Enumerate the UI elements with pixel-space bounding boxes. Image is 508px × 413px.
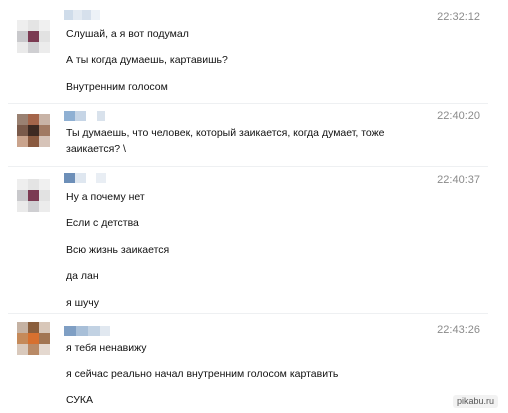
avatar-pixel: [39, 125, 50, 136]
message-text: Ну а почему нет: [66, 191, 145, 203]
avatar-pixel: [28, 114, 39, 125]
avatar-pixel: [17, 190, 28, 201]
divider: [8, 166, 488, 167]
avatar-pixel: [39, 114, 50, 125]
avatar-pixel: [39, 190, 50, 201]
avatar-pixel: [28, 42, 39, 53]
avatar-pixel: [17, 20, 28, 31]
avatar-pixel: [17, 42, 28, 53]
name-pixel: [64, 10, 73, 20]
name-pixel: [64, 111, 75, 121]
sender-name-pixelated[interactable]: [64, 10, 100, 20]
avatar[interactable]: [17, 114, 50, 147]
avatar[interactable]: [17, 322, 50, 355]
name-pixel: [96, 173, 106, 183]
sender-name-pixelated[interactable]: [64, 173, 106, 183]
avatar-pixel: [17, 114, 28, 125]
name-pixel: [97, 111, 105, 121]
message-timestamp: 22:32:12: [437, 11, 480, 23]
name-pixel: [86, 111, 97, 121]
message-text: Всю жизнь заикается: [66, 244, 170, 256]
message-timestamp: 22:43:26: [437, 324, 480, 336]
message-text: Слушай, а я вот подумал: [66, 28, 189, 40]
avatar-pixel: [39, 344, 50, 355]
avatar-pixel: [17, 344, 28, 355]
divider: [8, 103, 488, 104]
avatar-pixel: [39, 333, 50, 344]
message-text: СУКА: [66, 394, 94, 406]
avatar-pixel: [39, 31, 50, 42]
sender-name-pixelated[interactable]: [64, 111, 105, 121]
watermark: pikabu.ru: [452, 395, 498, 408]
avatar-pixel: [28, 322, 39, 333]
avatar-pixel: [39, 322, 50, 333]
message-text: Внутренним голосом: [66, 81, 168, 93]
avatar-pixel: [28, 201, 39, 212]
name-pixel: [75, 173, 86, 183]
message-text: Ты думаешь, что человек, который заикает…: [66, 127, 385, 155]
avatar-pixel: [39, 42, 50, 53]
avatar-pixel: [28, 344, 39, 355]
name-pixel: [91, 10, 100, 20]
avatar-pixel: [28, 190, 39, 201]
message-text: А ты когда думаешь, картавишь?: [66, 54, 228, 66]
avatar-pixel: [28, 136, 39, 147]
avatar-pixel: [17, 333, 28, 344]
avatar-pixel: [17, 31, 28, 42]
name-pixel: [75, 111, 86, 121]
message-text: я тебя ненавижу: [66, 342, 147, 354]
name-pixel: [64, 326, 76, 336]
avatar-pixel: [28, 333, 39, 344]
name-pixel: [82, 10, 91, 20]
message-text: я сейчас реально начал внутренним голосо…: [66, 368, 339, 380]
name-pixel: [88, 326, 100, 336]
message-text: да лан: [66, 270, 99, 282]
avatar-pixel: [28, 31, 39, 42]
avatar-pixel: [28, 125, 39, 136]
name-pixel: [86, 173, 96, 183]
sender-name-pixelated[interactable]: [64, 326, 110, 336]
name-pixel: [76, 326, 88, 336]
avatar[interactable]: [17, 20, 50, 53]
avatar-pixel: [17, 136, 28, 147]
avatar-pixel: [39, 201, 50, 212]
message-timestamp: 22:40:37: [437, 174, 480, 186]
name-pixel: [100, 326, 110, 336]
name-pixel: [73, 10, 82, 20]
avatar-pixel: [17, 322, 28, 333]
avatar-pixel: [39, 20, 50, 31]
message-text: Если с детства: [66, 217, 139, 229]
chat-history: 22:32:12 Слушай, а я вот подумал А ты ко…: [0, 0, 508, 413]
avatar-pixel: [17, 179, 28, 190]
avatar-pixel: [28, 179, 39, 190]
avatar[interactable]: [17, 179, 50, 212]
divider: [8, 313, 488, 314]
name-pixel: [64, 173, 75, 183]
message-text: я шучу: [66, 297, 99, 309]
avatar-pixel: [17, 125, 28, 136]
avatar-pixel: [39, 179, 50, 190]
avatar-pixel: [17, 201, 28, 212]
avatar-pixel: [39, 136, 50, 147]
avatar-pixel: [28, 20, 39, 31]
message-timestamp: 22:40:20: [437, 110, 480, 122]
